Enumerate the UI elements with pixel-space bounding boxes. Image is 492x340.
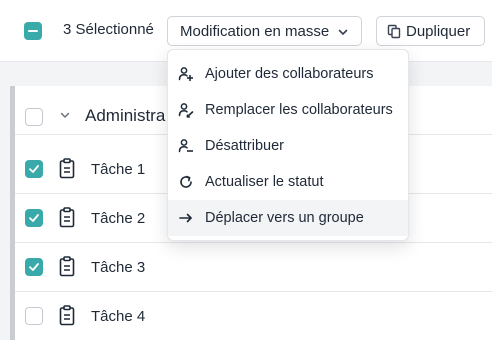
menu-item-add-collaborators[interactable]: Ajouter des collaborateurs: [168, 56, 408, 92]
menu-item-unassign[interactable]: Désattribuer: [168, 128, 408, 164]
indeterminate-dash-icon: [28, 30, 38, 32]
menu-item-label: Déplacer vers un groupe: [205, 210, 364, 226]
task-title: Tâche 4: [91, 308, 146, 325]
task-row[interactable]: Tâche 4: [15, 292, 492, 340]
clipboard-icon: [59, 158, 75, 184]
menu-item-label: Ajouter des collaborateurs: [205, 66, 374, 82]
arrow-right-icon: [178, 210, 194, 230]
group-title: Administra: [85, 106, 166, 125]
task-checkbox[interactable]: [25, 160, 43, 178]
select-all-checkbox[interactable]: [24, 22, 42, 40]
clipboard-icon: [59, 207, 75, 233]
copy-icon: [387, 24, 401, 43]
task-title: Tâche 2: [91, 210, 146, 227]
bulk-edit-button[interactable]: Modification en masse: [167, 16, 362, 46]
refresh-icon: [178, 174, 194, 194]
clipboard-icon: [59, 256, 75, 282]
bulk-edit-label: Modification en masse: [180, 22, 330, 40]
selected-count: 3 Sélectionné: [63, 21, 154, 38]
clipboard-icon: [59, 305, 75, 331]
duplicate-button[interactable]: Dupliquer: [376, 16, 485, 46]
replace-person-icon: [178, 102, 194, 122]
duplicate-label: Dupliquer: [406, 22, 471, 40]
menu-item-label: Actualiser le statut: [205, 174, 324, 190]
menu-item-move-to-group[interactable]: Déplacer vers un groupe: [168, 200, 408, 236]
task-title: Tâche 3: [91, 259, 146, 276]
group-checkbox[interactable]: [25, 108, 43, 126]
chevron-down-icon: [337, 25, 349, 42]
task-checkbox[interactable]: [25, 209, 43, 227]
task-checkbox[interactable]: [25, 258, 43, 276]
menu-item-replace-collaborators[interactable]: Remplacer les collaborateurs: [168, 92, 408, 128]
remove-person-icon: [178, 138, 194, 158]
menu-item-label: Remplacer les collaborateurs: [205, 102, 393, 118]
bulk-edit-menu: Ajouter des collaborateurs Remplacer les…: [167, 49, 409, 241]
task-title: Tâche 1: [91, 161, 146, 178]
menu-item-refresh-status[interactable]: Actualiser le statut: [168, 164, 408, 200]
task-checkbox[interactable]: [25, 307, 43, 325]
task-row[interactable]: Tâche 3: [15, 243, 492, 292]
menu-item-label: Désattribuer: [205, 138, 284, 154]
add-person-icon: [178, 66, 194, 86]
chevron-down-icon[interactable]: [59, 108, 71, 126]
